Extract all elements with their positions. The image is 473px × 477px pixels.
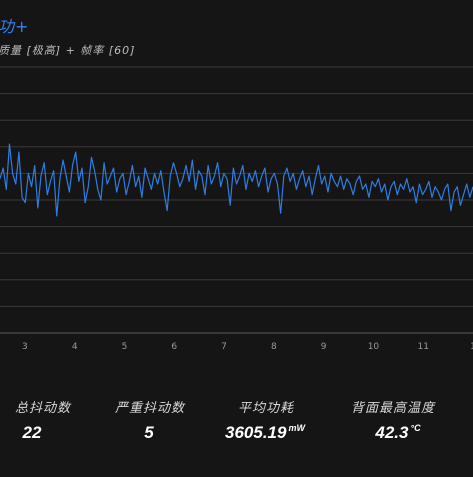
x-tick-label: 9	[321, 342, 327, 352]
stat-label-total-jank: 总抖动数	[14, 401, 71, 416]
x-tick-label: 3	[22, 342, 28, 352]
stat-value-back-max-temp: 42.3 °C	[375, 423, 421, 442]
series-line	[0, 143, 473, 217]
frame-chart: 345678910111	[0, 66, 473, 352]
x-tick-label: 11	[417, 342, 428, 352]
x-tick-label: 8	[271, 342, 277, 352]
stat-label-severe-jank: 严重抖动数	[114, 401, 185, 416]
stat-label-avg-power: 平均功耗	[237, 401, 294, 416]
stat-label-back-max-temp: 背面最高温度	[350, 401, 435, 416]
x-tick-label: 6	[171, 342, 177, 352]
stat-value-total-jank: 22	[22, 423, 42, 442]
x-tick-label: 5	[122, 342, 128, 352]
stat-value-severe-jank: 5	[144, 423, 154, 442]
performance-panel: 功+ 质量 [极高] + 帧率 [60] 345678910111 总抖动数 2…	[0, 0, 473, 477]
x-tick-label: 4	[72, 342, 78, 352]
stat-value-avg-power: 3605.19 mW	[225, 423, 305, 442]
x-tick-label: 10	[368, 342, 380, 352]
x-tick-label: 7	[221, 342, 227, 352]
